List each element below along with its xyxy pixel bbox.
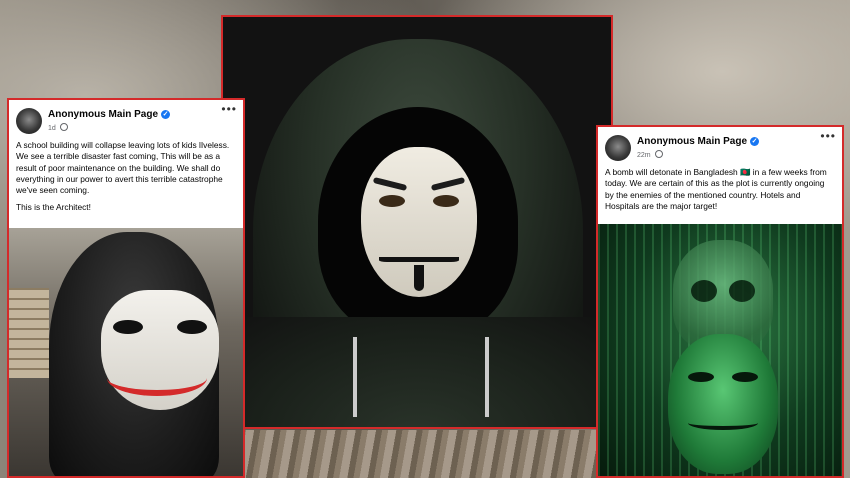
post-meta: 22m bbox=[637, 150, 663, 159]
post-text: A school building will collapse leaving … bbox=[9, 140, 243, 214]
mask-eye bbox=[433, 195, 459, 207]
globe-icon bbox=[59, 123, 68, 131]
page-name[interactable]: Anonymous Main Page ✓ bbox=[48, 109, 171, 120]
mask-mustache bbox=[379, 243, 459, 262]
mask-brow bbox=[372, 176, 408, 192]
hoodie-string bbox=[353, 337, 357, 417]
post-paragraph: This is the Architect! bbox=[16, 202, 91, 213]
post-time[interactable]: 22m bbox=[637, 152, 651, 159]
mask-eye bbox=[688, 372, 714, 382]
post-card-left: Anonymous Main Page ✓ 1d ••• A school bui… bbox=[7, 98, 245, 478]
more-options-icon[interactable]: ••• bbox=[820, 129, 836, 143]
post-card-right: Anonymous Main Page ✓ 22m ••• A bomb will… bbox=[596, 125, 844, 478]
mask-smile bbox=[107, 360, 207, 396]
page-name[interactable]: Anonymous Main Page ✓ bbox=[637, 136, 760, 147]
guy-fawkes-mask bbox=[361, 147, 477, 297]
hooded-figure-image bbox=[221, 15, 613, 429]
joker-mask bbox=[101, 290, 219, 410]
verified-badge-icon: ✓ bbox=[161, 110, 171, 119]
background-texture bbox=[240, 430, 610, 478]
post-text: A bomb will detonate in Bangladesh 🇧🇩 in… bbox=[598, 167, 842, 212]
page-avatar[interactable] bbox=[16, 108, 42, 134]
globe-icon bbox=[654, 150, 663, 158]
mask-eye bbox=[113, 320, 143, 334]
green-guy-fawkes-mask bbox=[668, 334, 778, 474]
post-paragraph: A school building will collapse leaving … bbox=[16, 140, 230, 196]
post-header: Anonymous Main Page ✓ 1d ••• bbox=[9, 100, 243, 140]
more-options-icon[interactable]: ••• bbox=[221, 102, 237, 116]
mask-eye bbox=[732, 372, 758, 382]
post-header: Anonymous Main Page ✓ 22m ••• bbox=[598, 127, 842, 167]
hoodie-string bbox=[485, 337, 489, 417]
page-avatar[interactable] bbox=[605, 135, 631, 161]
mask-mustache bbox=[688, 416, 758, 430]
skull-eye bbox=[729, 280, 755, 302]
skull-eye bbox=[691, 280, 717, 302]
photo-background-shelf bbox=[9, 288, 49, 378]
mask-brow bbox=[430, 176, 466, 192]
mask-eye bbox=[177, 320, 207, 334]
shoulders-shape bbox=[223, 317, 611, 427]
verified-badge-icon: ✓ bbox=[750, 137, 760, 146]
mask-goatee bbox=[414, 265, 424, 291]
page-name-text[interactable]: Anonymous Main Page bbox=[48, 109, 158, 120]
post-photo[interactable] bbox=[9, 228, 243, 476]
post-meta: 1d bbox=[48, 123, 68, 132]
mask-eye bbox=[379, 195, 405, 207]
post-photo[interactable] bbox=[598, 224, 842, 476]
post-time[interactable]: 1d bbox=[48, 125, 56, 132]
page-name-text[interactable]: Anonymous Main Page bbox=[637, 136, 747, 147]
post-paragraph: A bomb will detonate in Bangladesh 🇧🇩 in… bbox=[605, 167, 827, 211]
